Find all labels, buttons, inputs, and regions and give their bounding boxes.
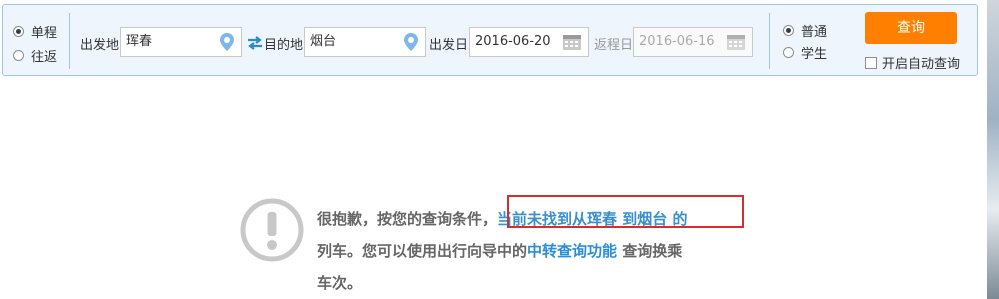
to-label: 目的地: [264, 38, 304, 53]
transfer-query-link[interactable]: 中转查询功能: [527, 242, 617, 260]
to-input[interactable]: 烟台: [304, 27, 426, 57]
from-input[interactable]: 珲春: [120, 27, 242, 57]
exclamation-icon: [240, 198, 304, 262]
swap-icon[interactable]: [247, 35, 263, 51]
radio-icon: [13, 50, 24, 61]
scrollbar[interactable]: [987, 0, 999, 299]
return-label: 返程日: [594, 38, 634, 53]
search-button[interactable]: 查询: [865, 12, 957, 44]
normal-ticket-radio[interactable]: 普通: [783, 21, 827, 40]
divider: [769, 13, 770, 69]
checkbox-icon: [865, 56, 877, 69]
depart-label: 出发日: [429, 38, 469, 53]
auto-query-checkbox[interactable]: 开启自动查询: [865, 53, 960, 72]
location-pin-icon: [404, 33, 418, 51]
from-label: 出发地: [80, 38, 120, 53]
return-date-input[interactable]: 2016-06-16: [633, 27, 753, 57]
radio-selected-icon: [783, 25, 794, 36]
calendar-icon[interactable]: [726, 33, 746, 51]
divider: [69, 13, 70, 69]
one-way-radio[interactable]: 单程: [13, 22, 57, 41]
student-ticket-radio[interactable]: 学生: [783, 43, 827, 62]
location-pin-icon: [220, 33, 234, 51]
calendar-icon[interactable]: [562, 33, 582, 51]
search-panel: 单程 往返 出发地 珲春 目的地 烟台 出发日 2016-06-20 返程日 2…: [2, 4, 978, 76]
radio-icon: [783, 47, 794, 58]
radio-selected-icon: [13, 26, 24, 37]
highlight-box: [507, 195, 744, 228]
round-trip-radio[interactable]: 往返: [13, 46, 57, 65]
depart-date-input[interactable]: 2016-06-20: [469, 27, 589, 57]
